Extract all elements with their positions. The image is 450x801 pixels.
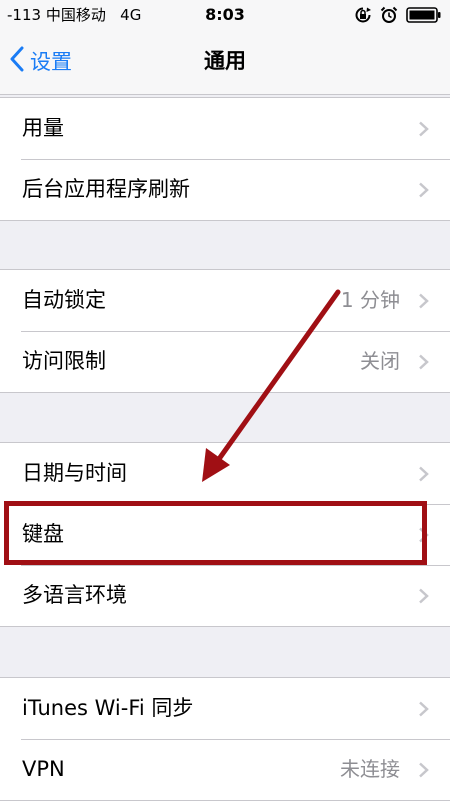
row-value: 1 分钟 [340, 288, 400, 312]
chevron-right-icon [418, 466, 429, 486]
settings-group-region: 日期与时间 键盘 多语言环境 [0, 442, 450, 627]
navigation-bar: 设置 通用 [0, 30, 450, 95]
chevron-right-icon [418, 762, 429, 782]
list-item-date-time[interactable]: 日期与时间 [0, 443, 450, 504]
chevron-right-icon [418, 527, 429, 547]
list-item-language-region[interactable]: 多语言环境 [0, 565, 450, 626]
status-bar: -113 中国移动 4G 8:03 [0, 0, 450, 30]
list-item-usage[interactable]: 用量 [0, 98, 450, 159]
alarm-clock-icon [380, 6, 398, 24]
rotation-lock-icon [354, 6, 372, 24]
chevron-right-icon [418, 354, 429, 374]
row-label: iTunes Wi-Fi 同步 [22, 696, 194, 720]
row-label: 自动锁定 [22, 288, 106, 312]
list-item-auto-lock[interactable]: 自动锁定 1 分钟 [0, 270, 450, 331]
chevron-right-icon [418, 121, 429, 141]
row-label: 日期与时间 [22, 461, 127, 485]
row-label: 用量 [22, 116, 64, 140]
chevron-right-icon [418, 182, 429, 202]
chevron-right-icon [418, 293, 429, 313]
row-label: 键盘 [22, 522, 64, 546]
settings-group-sync: iTunes Wi-Fi 同步 VPN 未连接 [0, 677, 450, 801]
battery-icon [406, 7, 442, 23]
row-label: 访问限制 [22, 349, 106, 373]
list-item-keyboard[interactable]: 键盘 [0, 504, 450, 565]
chevron-right-icon [418, 588, 429, 608]
page-title: 通用 [204, 49, 246, 73]
row-value: 未连接 [340, 757, 400, 781]
list-item-vpn[interactable]: VPN 未连接 [0, 739, 450, 800]
row-label: VPN [22, 757, 65, 781]
row-label: 后台应用程序刷新 [22, 177, 190, 201]
list-item-itunes-wifi-sync[interactable]: iTunes Wi-Fi 同步 [0, 678, 450, 739]
row-value: 关闭 [360, 349, 400, 373]
list-item-background-app-refresh[interactable]: 后台应用程序刷新 [0, 159, 450, 220]
settings-group-lock: 自动锁定 1 分钟 访问限制 关闭 [0, 269, 450, 393]
chevron-right-icon [418, 701, 429, 721]
row-label: 多语言环境 [22, 583, 127, 607]
list-item-restrictions[interactable]: 访问限制 关闭 [0, 331, 450, 392]
settings-group-usage: 用量 后台应用程序刷新 [0, 97, 450, 221]
status-right [354, 6, 442, 24]
